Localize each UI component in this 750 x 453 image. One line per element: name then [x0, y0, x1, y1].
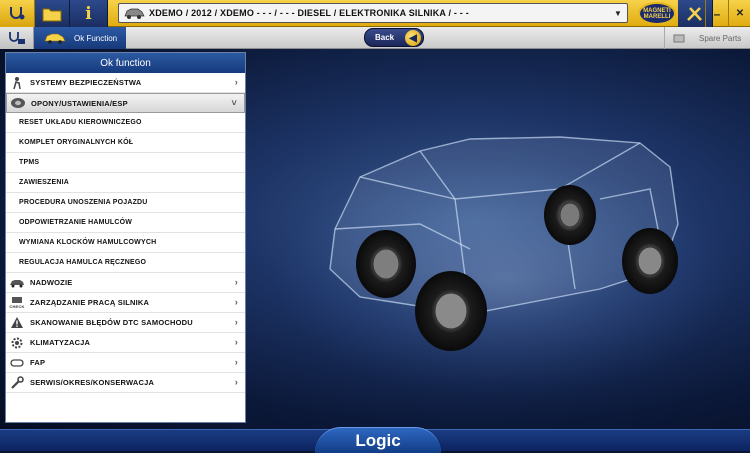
wheel-front-left [356, 230, 416, 298]
chevron-down-icon: ˅ [231, 98, 237, 108]
spare-parts-button[interactable]: Spare Parts [664, 27, 750, 49]
chevron-right-icon: › [234, 337, 238, 347]
chevron-right-icon: › [234, 277, 238, 287]
warning-icon [8, 315, 26, 331]
arrow-left-icon: ◀ [405, 30, 421, 46]
menu-item-serwis[interactable]: SERWIS/OKRES/KONSERWACJA › [6, 373, 245, 393]
submenu-item[interactable]: KOMPLET ORYGINALNYCH KÓŁ [6, 133, 245, 153]
chevron-right-icon: › [234, 317, 238, 327]
car-tab-icon [44, 33, 66, 44]
back-button[interactable]: Back ◀ [364, 28, 424, 47]
menu-item-opony-ustawienia-esp[interactable]: OPONY/USTAWIENIA/ESP ˅ [6, 93, 245, 113]
chevron-right-icon: › [234, 377, 238, 387]
submenu-item[interactable]: ODPOWIETRZANIE HAMULCÓW [6, 213, 245, 233]
tab-ok-function[interactable]: Ok Function [34, 27, 126, 49]
tools-icon [687, 6, 702, 21]
chevron-down-icon[interactable]: ▼ [612, 7, 624, 19]
wheel-rear-right [622, 228, 678, 294]
particulate-filter-icon [8, 355, 26, 371]
airbag-person-icon [8, 75, 26, 91]
vehicle-path-selector[interactable]: XDEMO / 2012 / XDEMO - - - / - - - DIESE… [118, 3, 628, 23]
car-body-icon [8, 275, 26, 291]
chevron-right-icon: › [234, 297, 238, 307]
parts-box-icon [673, 34, 685, 43]
secondary-toolbar: Ok Function Back ◀ Spare Parts [0, 27, 750, 49]
vehicle-path-text: XDEMO / 2012 / XDEMO - - - / - - - DIESE… [149, 8, 469, 18]
ac-gear-icon [8, 335, 26, 351]
function-panel: Ok function SYSTEMY BEZPIECZEŃSTWA › OPON… [5, 52, 246, 423]
tire-icon [9, 95, 27, 111]
submenu-item[interactable]: WYMIANA KLOCKÓW HAMULCOWYCH [6, 233, 245, 253]
menu-item-zarzadzanie-silnika[interactable]: CHECK ZARZĄDZANIE PRACĄ SILNIKA › [6, 293, 245, 313]
brand-logo: MAGNETI MARELLI [638, 2, 676, 25]
check-engine-icon: CHECK [8, 295, 26, 311]
menu-item-skanowanie-dtc[interactable]: SKANOWANIE BŁĘDÓW DTC SAMOCHODU › [6, 313, 245, 333]
submenu-item[interactable]: PROCEDURA UNOSZENIA POJAZDU [6, 193, 245, 213]
chevron-right-icon: › [234, 357, 238, 367]
submenu-item[interactable]: REGULACJA HAMULCA RĘCZNEGO [6, 253, 245, 273]
menu-item-klimatyzacja[interactable]: KLIMATYZACJA › [6, 333, 245, 353]
stethoscope-icon[interactable] [0, 0, 35, 27]
logic-logo: Logic [315, 427, 441, 453]
menu-item-nadwozie[interactable]: NADWOZIE › [6, 273, 245, 293]
menu-item-systemy-bezpieczenstwa[interactable]: SYSTEMY BEZPIECZEŃSTWA › [6, 73, 245, 93]
submenu-item[interactable]: TPMS [6, 153, 245, 173]
top-toolbar: i XDEMO / 2012 / XDEMO - - - / - - - DIE… [0, 0, 750, 27]
close-button[interactable]: ✕ [728, 0, 750, 27]
wheel-front-right [415, 271, 487, 351]
submenu-item[interactable]: RESET UKŁADU KIEROWNICZEGO [6, 113, 245, 133]
wrench-icon [8, 375, 26, 391]
minimize-button[interactable]: – [705, 0, 728, 27]
chevron-right-icon: › [234, 77, 238, 87]
car-icon [124, 8, 145, 19]
info-button[interactable]: i [70, 0, 108, 27]
menu-item-fap[interactable]: FAP › [6, 353, 245, 373]
info-icon: i [85, 3, 92, 24]
submenu-item[interactable]: ZAWIESZENIA [6, 173, 245, 193]
panel-title: Ok function [6, 53, 245, 73]
diagnosis-home-icon[interactable] [0, 27, 34, 49]
folder-icon[interactable] [35, 0, 70, 27]
wheel-rear-left [544, 185, 596, 245]
